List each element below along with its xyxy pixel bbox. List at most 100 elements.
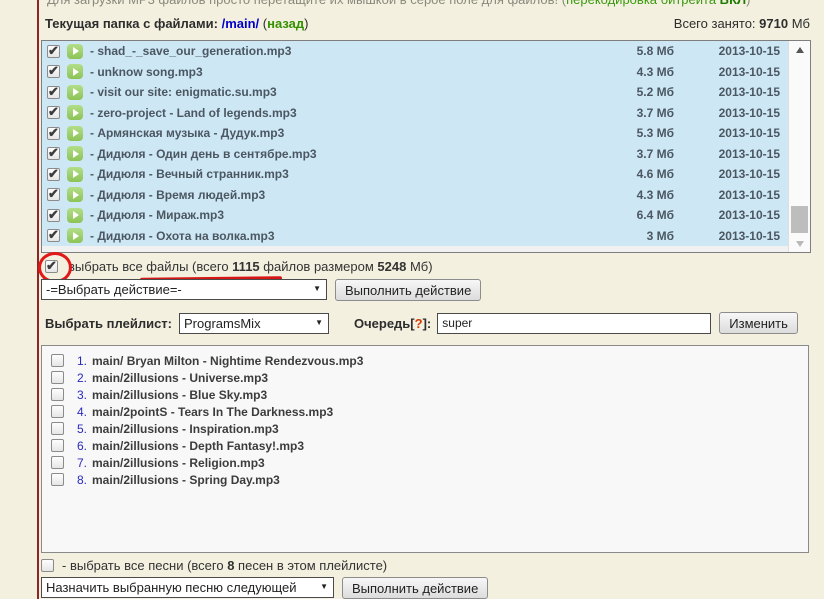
playlist-select[interactable]: ProgramsMix [179, 313, 329, 334]
playlist-box: 1. main/ Bryan Milton - Nightime Rendezv… [41, 345, 809, 553]
file-row: - Дидюля - Время людей.mp3 4.3 Мб 2013-1… [42, 185, 788, 206]
select-all-files-label: выбрать все файлы (всего 1115 файлов раз… [68, 259, 433, 274]
song-name: main/2illusions - Depth Fantasy!.mp3 [92, 439, 304, 453]
play-icon[interactable] [67, 208, 83, 223]
playlist-row: 4. main/2pointS - Tears In The Darkness.… [42, 403, 808, 420]
select-all-songs-label: - выбрать все песни (всего 8 песен в это… [62, 558, 387, 573]
file-checkbox[interactable] [47, 147, 60, 160]
disk-usage-value: 9710 [759, 16, 788, 31]
file-checkbox[interactable] [47, 188, 60, 201]
song-checkbox[interactable] [51, 371, 64, 384]
file-checkbox[interactable] [47, 106, 60, 119]
file-name: - visit our site: enigmatic.su.mp3 [90, 85, 612, 99]
scroll-down-icon[interactable] [789, 235, 810, 252]
play-icon[interactable] [67, 44, 83, 59]
play-icon[interactable] [67, 85, 83, 100]
file-checkbox[interactable] [47, 45, 60, 58]
change-queue-button[interactable]: Изменить [719, 312, 798, 334]
disk-usage-unit: Мб [792, 16, 810, 31]
song-action-row: Назначить выбранную песню следующей Выпо… [41, 577, 488, 599]
paren-close: ) [304, 16, 308, 31]
scrollbar-thumb[interactable] [791, 206, 808, 233]
play-icon[interactable] [67, 167, 83, 182]
play-icon[interactable] [67, 187, 83, 202]
bitrate-recode-link[interactable]: перекодировка битрейта [566, 0, 716, 7]
song-checkbox[interactable] [51, 456, 64, 469]
song-name: main/2pointS - Tears In The Darkness.mp3 [92, 405, 333, 419]
file-date: 2013-10-15 [674, 106, 788, 120]
queue-input[interactable] [437, 313, 711, 334]
execute-file-action-button[interactable]: Выполнить действие [335, 279, 481, 301]
song-action-select[interactable]: Назначить выбранную песню следующей [41, 577, 334, 598]
file-row: - Дидюля - Охота на волка.mp3 3 Мб 2013-… [42, 226, 788, 247]
song-checkbox[interactable] [51, 388, 64, 401]
folder-path-link[interactable]: /main/ [222, 16, 260, 31]
song-name: main/2illusions - Spring Day.mp3 [92, 473, 280, 487]
select-all-files-prefix: выбрать все файлы (всего [68, 259, 232, 274]
queue-label: Очередь[?]: [354, 316, 431, 331]
song-checkbox[interactable] [51, 405, 64, 418]
song-number: 6. [77, 439, 87, 453]
file-date: 2013-10-15 [674, 188, 788, 202]
song-number: 1. [77, 354, 87, 368]
select-all-songs-checkbox[interactable] [41, 559, 54, 572]
queue-help-icon[interactable]: ? [415, 316, 423, 331]
file-row: - visit our site: enigmatic.su.mp3 5.2 М… [42, 82, 788, 103]
bitrate-status: ВКЛ [716, 0, 746, 7]
file-list-scrollbar[interactable] [788, 41, 810, 252]
execute-song-action-button[interactable]: Выполнить действие [342, 577, 488, 599]
disk-usage: Всего занято: 9710 Мб [674, 16, 810, 31]
play-icon[interactable] [67, 105, 83, 120]
file-checkbox[interactable] [47, 168, 60, 181]
song-name: main/2illusions - Inspiration.mp3 [92, 422, 279, 436]
file-checkbox[interactable] [47, 229, 60, 242]
file-date: 2013-10-15 [674, 229, 788, 243]
disk-usage-label: Всего занято: [674, 16, 756, 31]
file-name: - Армянская музыка - Дудук.mp3 [90, 126, 612, 140]
play-icon[interactable] [67, 126, 83, 141]
left-border-line [37, 0, 39, 599]
select-all-files-checkbox[interactable] [45, 260, 58, 273]
file-size: 5.2 Мб [612, 85, 674, 99]
scroll-up-icon[interactable] [789, 41, 810, 58]
song-number: 4. [77, 405, 87, 419]
song-number: 5. [77, 422, 87, 436]
file-checkbox[interactable] [47, 65, 60, 78]
song-checkbox[interactable] [51, 439, 64, 452]
play-icon[interactable] [67, 228, 83, 243]
playlist-row: 2. main/2illusions - Universe.mp3 [42, 369, 808, 386]
song-checkbox[interactable] [51, 473, 64, 486]
file-row: - unknow song.mp3 4.3 Мб 2013-10-15 [42, 62, 788, 83]
file-size: 6.4 Мб [612, 208, 674, 222]
file-name: - Дидюля - Вечный странник.mp3 [90, 167, 612, 181]
file-name: - Дидюля - Один день в сентябре.mp3 [90, 147, 612, 161]
song-action-select-wrap: Назначить выбранную песню следующей [41, 577, 334, 598]
file-action-select[interactable]: -=Выбрать действие=- [41, 279, 327, 300]
queue-label-prefix: Очередь[ [354, 316, 415, 331]
upload-hint-text: Для загрузки MP3 файлов просто перетащит… [47, 0, 750, 7]
play-icon[interactable] [67, 64, 83, 79]
song-checkbox[interactable] [51, 354, 64, 367]
back-link[interactable]: назад [267, 16, 304, 31]
file-row: - shad_-_save_our_generation.mp3 5.8 Мб … [42, 41, 788, 62]
file-date: 2013-10-15 [674, 208, 788, 222]
file-name: - Дидюля - Время людей.mp3 [90, 188, 612, 202]
playlist-select-wrap: ProgramsMix [179, 313, 329, 334]
file-checkbox[interactable] [47, 127, 60, 140]
file-size: 5.3 Мб [612, 126, 674, 140]
song-name: main/2illusions - Blue Sky.mp3 [92, 388, 267, 402]
file-date: 2013-10-15 [674, 167, 788, 181]
play-icon[interactable] [67, 146, 83, 161]
file-size: 4.6 Мб [612, 167, 674, 181]
file-list-box: - shad_-_save_our_generation.mp3 5.8 Мб … [41, 40, 811, 253]
song-checkbox[interactable] [51, 422, 64, 435]
file-date: 2013-10-15 [674, 147, 788, 161]
file-name: - zero-project - Land of legends.mp3 [90, 106, 612, 120]
file-checkbox[interactable] [47, 86, 60, 99]
file-date: 2013-10-15 [674, 65, 788, 79]
playlist-select-label: Выбрать плейлист: [45, 316, 172, 331]
select-all-files-mid: файлов размером [260, 259, 378, 274]
current-folder: Текущая папка с файлами: /main/ (назад) [45, 16, 309, 31]
select-all-songs-suffix: песен в этом плейлисте) [234, 558, 387, 573]
file-checkbox[interactable] [47, 209, 60, 222]
